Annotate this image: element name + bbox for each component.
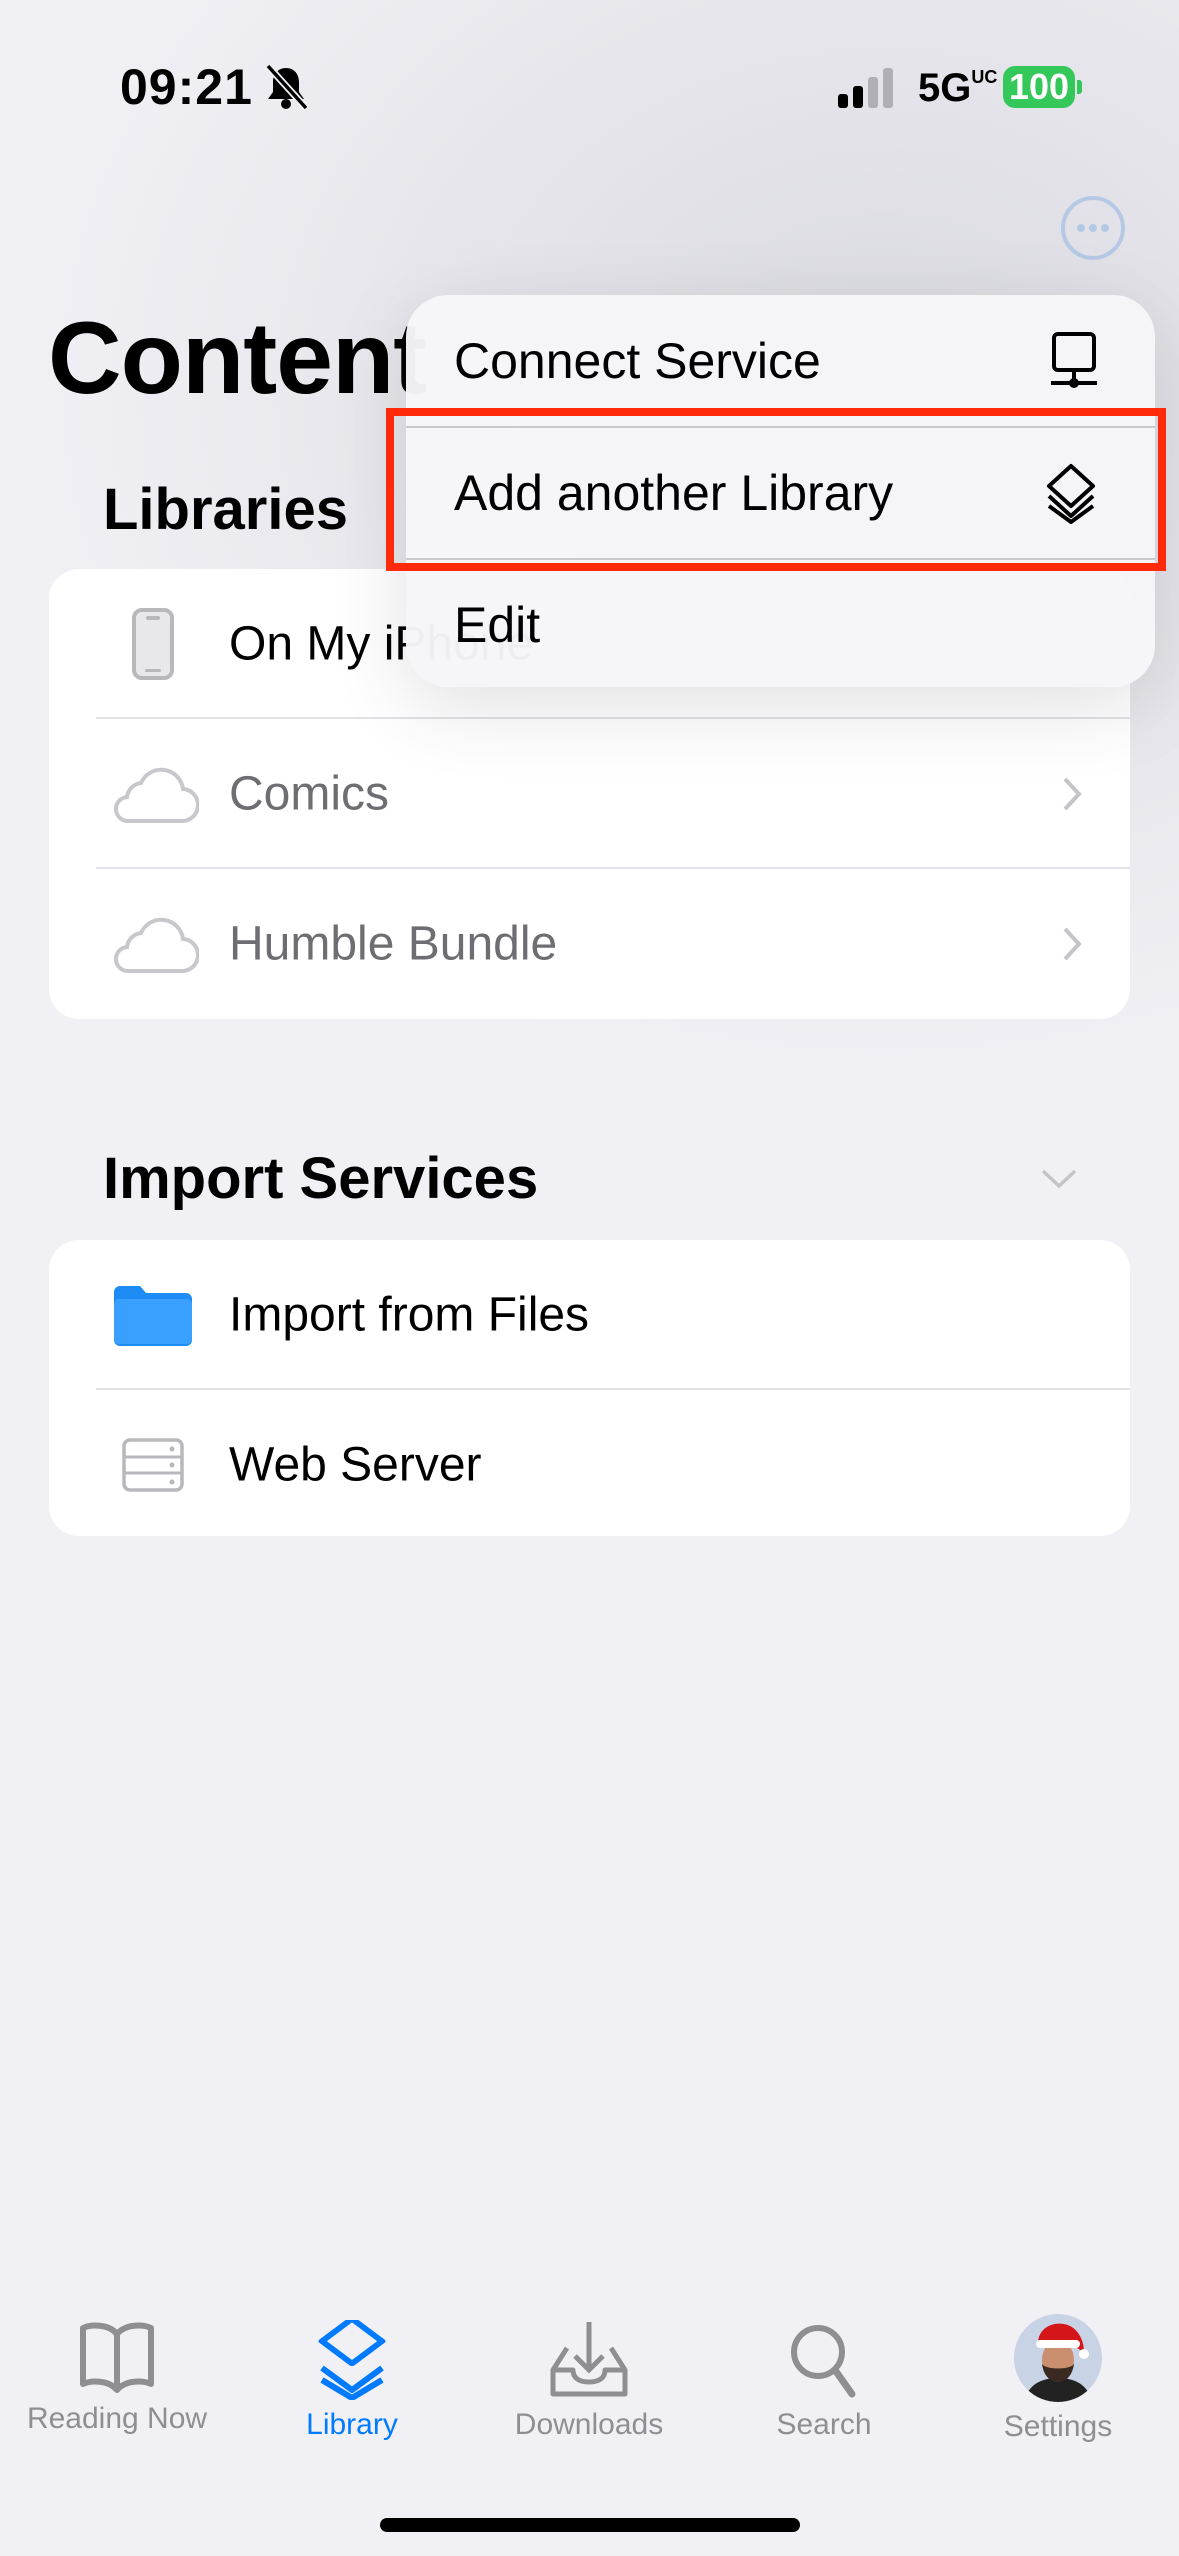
folder-icon (114, 1286, 192, 1346)
library-item-comics[interactable]: Comics (49, 719, 1130, 869)
import-services-header: Import Services (103, 1146, 539, 1211)
highlight-box (386, 408, 1166, 571)
import-from-files[interactable]: Import from Files (49, 1240, 1130, 1390)
stack-icon (318, 2320, 386, 2400)
tab-settings[interactable]: Settings (943, 2314, 1173, 2444)
tab-label: Downloads (514, 2408, 664, 2441)
menu-item-label: Connect Service (454, 332, 821, 389)
network-type: 5GUC (918, 66, 998, 110)
chevron-right-icon (1063, 927, 1082, 961)
tab-label: Library (306, 2408, 398, 2441)
tab-library[interactable]: Library (237, 2320, 467, 2442)
home-indicator[interactable] (380, 2518, 800, 2532)
magnifier-icon (791, 2325, 856, 2398)
tab-label: Reading Now (26, 2402, 208, 2435)
cloud-icon (114, 767, 199, 824)
library-label: Humble Bundle (229, 917, 558, 971)
library-label: Comics (229, 767, 390, 821)
chevron-right-icon (1063, 777, 1082, 811)
page-title: Content (48, 301, 427, 415)
signal-icon (838, 68, 893, 108)
tab-reading-now[interactable]: Reading Now (2, 2320, 232, 2436)
server-icon (122, 1438, 184, 1492)
tab-label: Settings (1003, 2410, 1113, 2443)
chevron-down-icon[interactable] (1040, 1168, 1078, 1190)
bell-slash-icon (265, 63, 309, 111)
tray-download-icon (550, 2322, 628, 2397)
library-item-humble-bundle[interactable]: Humble Bundle (49, 869, 1130, 1019)
tab-search[interactable]: Search (709, 2320, 939, 2442)
status-time: 09:21 (120, 59, 253, 115)
tab-label: Search (776, 2408, 872, 2441)
book-icon (80, 2322, 154, 2393)
battery-indicator: 100 (1003, 66, 1075, 108)
battery-tip (1077, 80, 1082, 94)
import-label: Web Server (229, 1438, 482, 1492)
ellipsis-icon (1077, 224, 1109, 232)
iphone-icon (132, 608, 174, 680)
more-button[interactable] (1061, 196, 1125, 260)
menu-item-label: Edit (454, 596, 541, 653)
cloud-icon (114, 917, 199, 974)
tab-downloads[interactable]: Downloads (474, 2320, 704, 2442)
import-label: Import from Files (229, 1288, 590, 1342)
menu-item-connect-service[interactable]: Connect Service (406, 295, 1155, 426)
web-server[interactable]: Web Server (49, 1390, 1130, 1540)
network-display-icon (1051, 331, 1097, 388)
menu-item-edit[interactable]: Edit (406, 559, 1155, 690)
import-services-list: Import from Files Web Server (49, 1240, 1130, 1536)
libraries-header: Libraries (103, 477, 348, 542)
avatar (1014, 2314, 1102, 2402)
